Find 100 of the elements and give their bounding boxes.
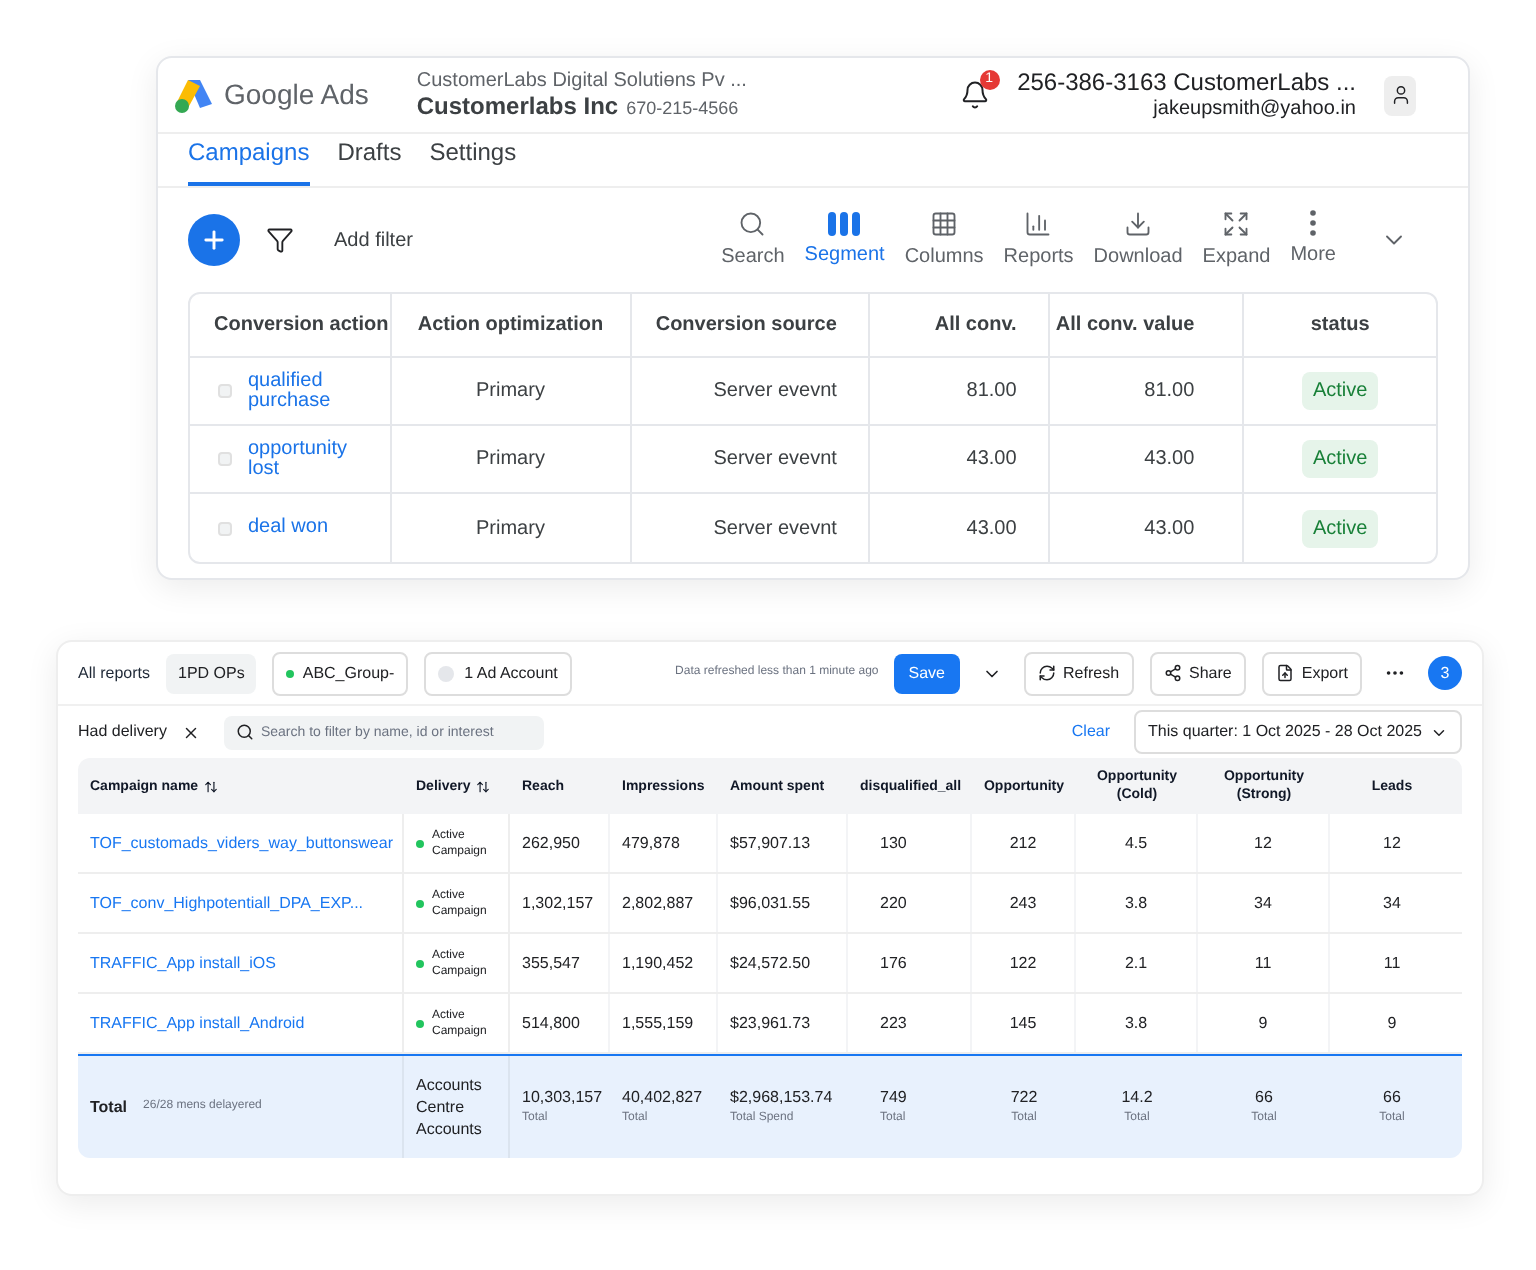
- table-cell-text: 9: [1385, 1011, 1399, 1035]
- report-tag[interactable]: 1PD OPs: [166, 653, 257, 693]
- tab[interactable]: Settings: [429, 134, 517, 186]
- campaign-link[interactable]: TRAFFIC_App install_Android: [90, 1011, 305, 1035]
- row-checkbox[interactable]: [218, 384, 232, 398]
- search-icon: [738, 209, 767, 237]
- share-icon: [1163, 664, 1182, 682]
- table-cell-text: 12: [1381, 831, 1403, 855]
- total-value: 722: [1010, 1086, 1038, 1110]
- avatar[interactable]: [1384, 75, 1416, 115]
- total-value: 14.2: [1121, 1086, 1153, 1110]
- refresh-button[interactable]: Refresh: [1023, 651, 1134, 695]
- column-header: All conv. value: [1050, 294, 1245, 356]
- table-cell: 4.5: [1076, 814, 1198, 872]
- toolbar-button[interactable]: Segment: [804, 211, 885, 269]
- table-cell: 11: [1198, 934, 1330, 992]
- total-value: 10,303,157: [522, 1086, 605, 1110]
- tab[interactable]: Campaigns: [188, 134, 310, 186]
- status-badge: Active: [1302, 509, 1378, 547]
- table-cell: 1,190,452: [610, 934, 718, 992]
- share-button[interactable]: Share: [1149, 651, 1246, 695]
- column-header: Conversion source: [631, 294, 871, 356]
- logo-text: Google Ads: [224, 76, 369, 114]
- toolbar-button[interactable]: More: [1290, 210, 1336, 270]
- total-value: 66: [1255, 1086, 1273, 1110]
- table-cell: Server evevnt: [631, 426, 871, 492]
- table-cell: 223: [848, 994, 972, 1052]
- total-label: Total: [90, 1095, 128, 1119]
- save-button[interactable]: Save: [894, 653, 959, 693]
- table-cell: $23,961.73: [718, 994, 848, 1052]
- account-name: Customerlabs Inc: [416, 94, 619, 120]
- table-cell: Primary: [391, 494, 632, 562]
- table-cell: 1,302,157: [510, 874, 610, 932]
- table-cell: 130: [848, 814, 972, 872]
- search-icon: [236, 723, 255, 741]
- account-phone: 670-215-4566: [626, 96, 739, 122]
- toolbar-button[interactable]: Expand: [1202, 209, 1271, 271]
- column-header: Action optimization: [391, 294, 632, 356]
- row-checkbox[interactable]: [218, 452, 232, 466]
- contact-line: 256-386-3163 CustomerLabs ...: [1017, 67, 1356, 95]
- total-value: 66: [1383, 1086, 1401, 1110]
- table-cell: 355,547: [510, 934, 610, 992]
- table-cell: 1,555,159: [610, 994, 718, 1052]
- table-cell: 220: [848, 874, 972, 932]
- campaign-link[interactable]: TOF_conv_Highpotentiall_DPA_EXP...: [90, 891, 364, 915]
- table-cell: 12: [1198, 814, 1330, 872]
- toolbar-button[interactable]: Search: [721, 209, 785, 271]
- account-selector[interactable]: 1 Ad Account: [424, 651, 572, 695]
- toolbar-button[interactable]: Reports: [1003, 209, 1074, 271]
- table-cell: 2,802,887: [610, 874, 718, 932]
- total-delivery-text: Accounts: [416, 1118, 484, 1140]
- table-cell: 122: [972, 934, 1076, 992]
- status-badge: Active: [1302, 440, 1378, 478]
- segment-icon: [828, 211, 861, 235]
- table-cell-text: 11: [1381, 951, 1403, 975]
- table-cell: 34: [1198, 874, 1330, 932]
- close-icon[interactable]: [182, 723, 201, 741]
- conversion-action-link[interactable]: opportunity lost: [248, 439, 348, 479]
- sort-icon[interactable]: [476, 779, 491, 793]
- all-reports-tab[interactable]: All reports: [78, 661, 151, 685]
- add-button[interactable]: [188, 214, 240, 266]
- table-cell: Server evevnt: [631, 358, 871, 424]
- column-header: status: [1308, 312, 1372, 340]
- campaign-link[interactable]: TRAFFIC_App install_iOS: [90, 951, 276, 975]
- download-icon: [1124, 209, 1153, 237]
- clear-link[interactable]: Clear: [1071, 720, 1111, 744]
- row-checkbox[interactable]: [218, 521, 232, 535]
- logo-icon: [174, 77, 214, 113]
- bell-icon[interactable]: [959, 80, 990, 110]
- more-icon: [1310, 210, 1317, 236]
- table-cell: $57,907.13: [718, 814, 848, 872]
- date-range-selector[interactable]: This quarter: 1 Oct 2025 - 28 Oct 2025: [1134, 710, 1462, 754]
- group-selector[interactable]: ABC_Group-: [272, 651, 409, 695]
- table-cell: Primary: [391, 426, 632, 492]
- total-delivery-text: Centre: [416, 1096, 467, 1118]
- table-cell: Server evevnt: [631, 494, 871, 562]
- table-cell: 3.8: [1076, 874, 1198, 932]
- conversion-action-link[interactable]: qualified purchase: [248, 371, 348, 411]
- table-cell: 2.1: [1076, 934, 1198, 992]
- filter-icon[interactable]: [266, 226, 294, 254]
- refresh-icon: [1037, 664, 1055, 682]
- total-delivery-text: Accounts: [416, 1074, 484, 1096]
- campaign-link[interactable]: TOF_customads_viders_way_buttonswear: [90, 831, 393, 855]
- tab[interactable]: Drafts: [337, 134, 402, 186]
- toolbar-button[interactable]: Columns: [904, 209, 984, 271]
- expand-icon: [1222, 209, 1251, 237]
- add-filter-button[interactable]: Add filter: [334, 225, 413, 255]
- table-cell: 243: [972, 874, 1076, 932]
- count-badge[interactable]: 3: [1428, 656, 1462, 690]
- table-cell: $24,572.50: [718, 934, 848, 992]
- table-cell: $96,031.55: [718, 874, 848, 932]
- conversion-action-link[interactable]: deal won: [248, 518, 348, 538]
- export-button[interactable]: Export: [1261, 651, 1362, 695]
- filter-label: Had delivery: [78, 720, 167, 744]
- sort-icon[interactable]: [204, 779, 219, 793]
- user-icon: [1389, 84, 1411, 106]
- toolbar-button[interactable]: Download: [1093, 209, 1183, 271]
- table-cell-text: 34: [1381, 891, 1403, 915]
- table-cell: 3.8: [1076, 994, 1198, 1052]
- export-icon: [1275, 664, 1294, 682]
